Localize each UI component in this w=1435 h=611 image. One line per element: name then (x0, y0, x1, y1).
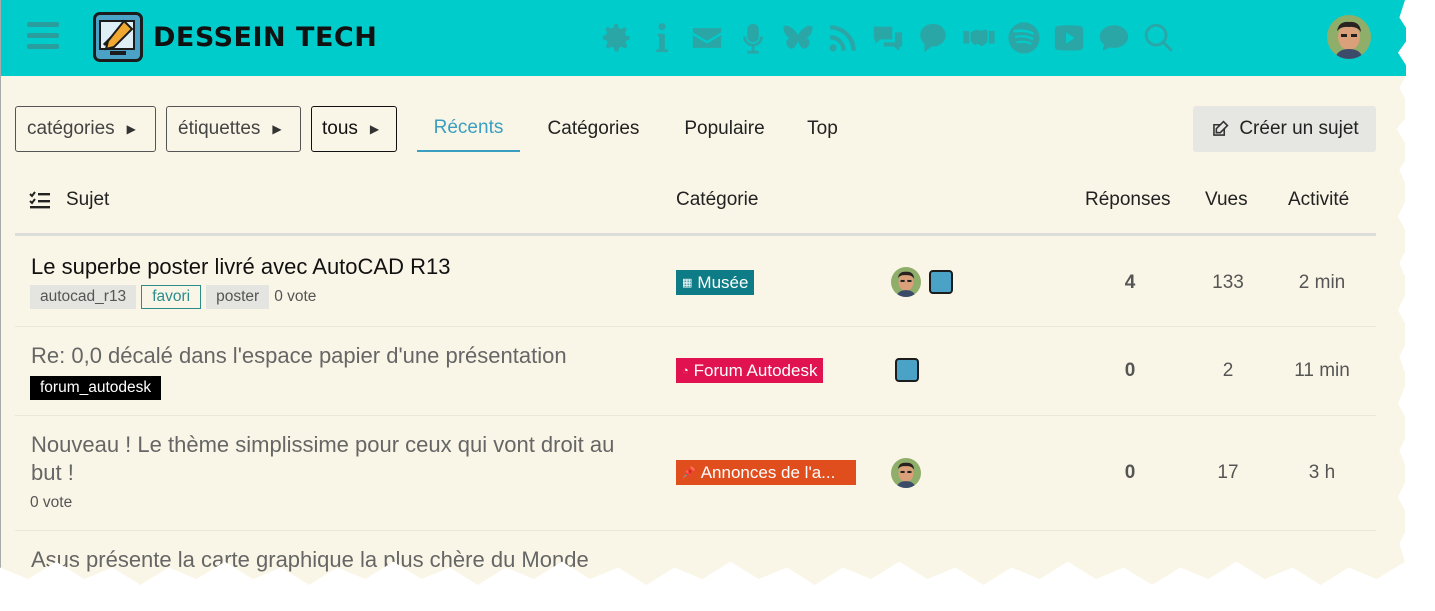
microphone-icon[interactable] (732, 17, 774, 59)
column-category: Catégorie (676, 189, 759, 210)
poster-avatar[interactable] (891, 267, 921, 297)
vote-count: 0 vote (274, 288, 317, 305)
edit-icon (1213, 119, 1229, 136)
column-replies[interactable]: Réponses (1085, 189, 1171, 211)
topic-title[interactable]: Re: 0,0 décalé dans l'espace papier d'un… (31, 342, 567, 370)
topic-tags: autocad_r13 favori poster 0 vote (30, 285, 316, 309)
create-topic-label: Créer un sujet (1239, 118, 1359, 139)
rss-icon: ◔ (682, 364, 689, 377)
spotify-icon[interactable] (1003, 17, 1045, 59)
search-icon[interactable] (1138, 17, 1180, 59)
header-icon-bar (596, 16, 1183, 60)
topic-list-header: Sujet Catégorie Réponses Vues Activité (15, 180, 1376, 234)
category-name: Annonces de l'a... (700, 462, 836, 482)
bulk-select-icon[interactable] (29, 191, 51, 215)
gear-icon[interactable] (596, 17, 638, 59)
reply-count[interactable]: 4 (1085, 272, 1175, 294)
caret-right-icon: ▶ (272, 122, 282, 136)
youtube-icon[interactable] (1048, 17, 1090, 59)
tag[interactable]: favori (141, 285, 202, 309)
hamburger-menu-icon[interactable] (27, 22, 59, 50)
caret-right-icon: ▶ (126, 122, 136, 136)
view-count: 17 (1217, 462, 1239, 483)
column-views[interactable]: Vues (1205, 189, 1248, 211)
topic-posters (891, 267, 953, 297)
comment-icon[interactable] (1093, 17, 1135, 59)
info-icon[interactable] (641, 17, 683, 59)
all-dropdown[interactable]: tous ▶ (311, 106, 397, 152)
tab-popular[interactable]: Populaire (672, 106, 777, 152)
category-name: Musée (697, 272, 749, 292)
category-name: Forum Autodesk (693, 360, 818, 380)
tab-top[interactable]: Top (795, 106, 850, 152)
rss-icon[interactable] (822, 17, 864, 59)
reply-count[interactable]: 0 (1085, 360, 1175, 382)
handshake-icon[interactable] (958, 17, 1000, 59)
activity-time[interactable]: 3 h (1277, 462, 1367, 484)
tag[interactable]: forum_autodesk (30, 376, 162, 400)
topic-posters (891, 458, 929, 488)
caret-right-icon: ▶ (369, 122, 380, 136)
topic-title[interactable]: Le superbe poster livré avec AutoCAD R13 (31, 253, 450, 281)
tag[interactable]: poster (206, 285, 270, 309)
column-activity[interactable]: Activité (1288, 189, 1349, 211)
category-badge[interactable]: ▦ Musée (676, 270, 755, 295)
site-name[interactable]: DESSEIN TECH (153, 22, 377, 53)
pin-icon: 📌 (682, 467, 696, 479)
topic-row: Nouveau ! Le thème simplissime pour ceux… (15, 416, 1376, 531)
column-topic[interactable]: Sujet (66, 189, 109, 211)
poster-logo-avatar[interactable] (929, 270, 953, 294)
tags-dropdown[interactable]: étiquettes ▶ (166, 106, 301, 152)
topic-title-line: but ! (31, 460, 74, 485)
activity-time[interactable]: 2 min (1277, 272, 1367, 294)
topic-tags: forum_autodesk (30, 376, 166, 400)
topic-posters (895, 358, 919, 382)
site-header: DESSEIN TECH (1, 0, 1406, 76)
tab-categories[interactable]: Catégories (535, 106, 652, 152)
topic-title[interactable]: Nouveau ! Le thème simplissime pour ceux… (31, 431, 614, 487)
butterfly-icon[interactable] (777, 17, 819, 59)
category-badge[interactable]: 📌 Annonces de l'a... (676, 460, 856, 485)
categories-dropdown-label: catégories (27, 118, 115, 139)
grid-icon: ▦ (682, 277, 693, 289)
speech-bubble-icon[interactable] (912, 17, 954, 59)
categories-dropdown[interactable]: catégories ▶ (15, 106, 156, 152)
user-avatar[interactable] (1327, 15, 1371, 59)
reply-count[interactable]: 0 (1085, 462, 1175, 484)
navigation-bar: catégories ▶ étiquettes ▶ tous ▶ Récents… (15, 106, 1376, 152)
vote-count: 0 vote (30, 494, 73, 511)
site-logo-icon[interactable] (93, 12, 143, 62)
poster-avatar[interactable] (891, 458, 921, 488)
view-count: 133 (1212, 272, 1244, 293)
topic-row: Re: 0,0 décalé dans l'espace papier d'un… (15, 327, 1376, 416)
topic-title[interactable]: Asus présente la carte graphique la plus… (31, 546, 589, 574)
topic-row: Asus présente la carte graphique la plus… (15, 531, 1376, 585)
create-topic-button[interactable]: Créer un sujet (1193, 106, 1376, 152)
topic-tags: 0 vote (30, 494, 72, 512)
tags-dropdown-label: étiquettes (178, 118, 261, 139)
all-dropdown-label: tous (322, 118, 358, 139)
topic-title-line: Nouveau ! Le thème simplissime pour ceux… (31, 432, 615, 457)
topic-row: Le superbe poster livré avec AutoCAD R13… (15, 237, 1376, 327)
tab-recent[interactable]: Récents (417, 106, 520, 152)
activity-time[interactable]: 11 min (1277, 360, 1367, 382)
chat-bubbles-icon[interactable] (867, 17, 909, 59)
page-frame: DESSEIN TECH catégories ▶ étiquettes ▶ t… (0, 0, 1406, 585)
tag[interactable]: autocad_r13 (30, 285, 137, 309)
category-badge[interactable]: ◔ Forum Autodesk (676, 358, 824, 383)
view-count: 2 (1222, 360, 1234, 381)
mail-icon[interactable] (686, 17, 728, 59)
poster-logo-avatar[interactable] (895, 358, 919, 382)
header-divider (15, 233, 1376, 236)
